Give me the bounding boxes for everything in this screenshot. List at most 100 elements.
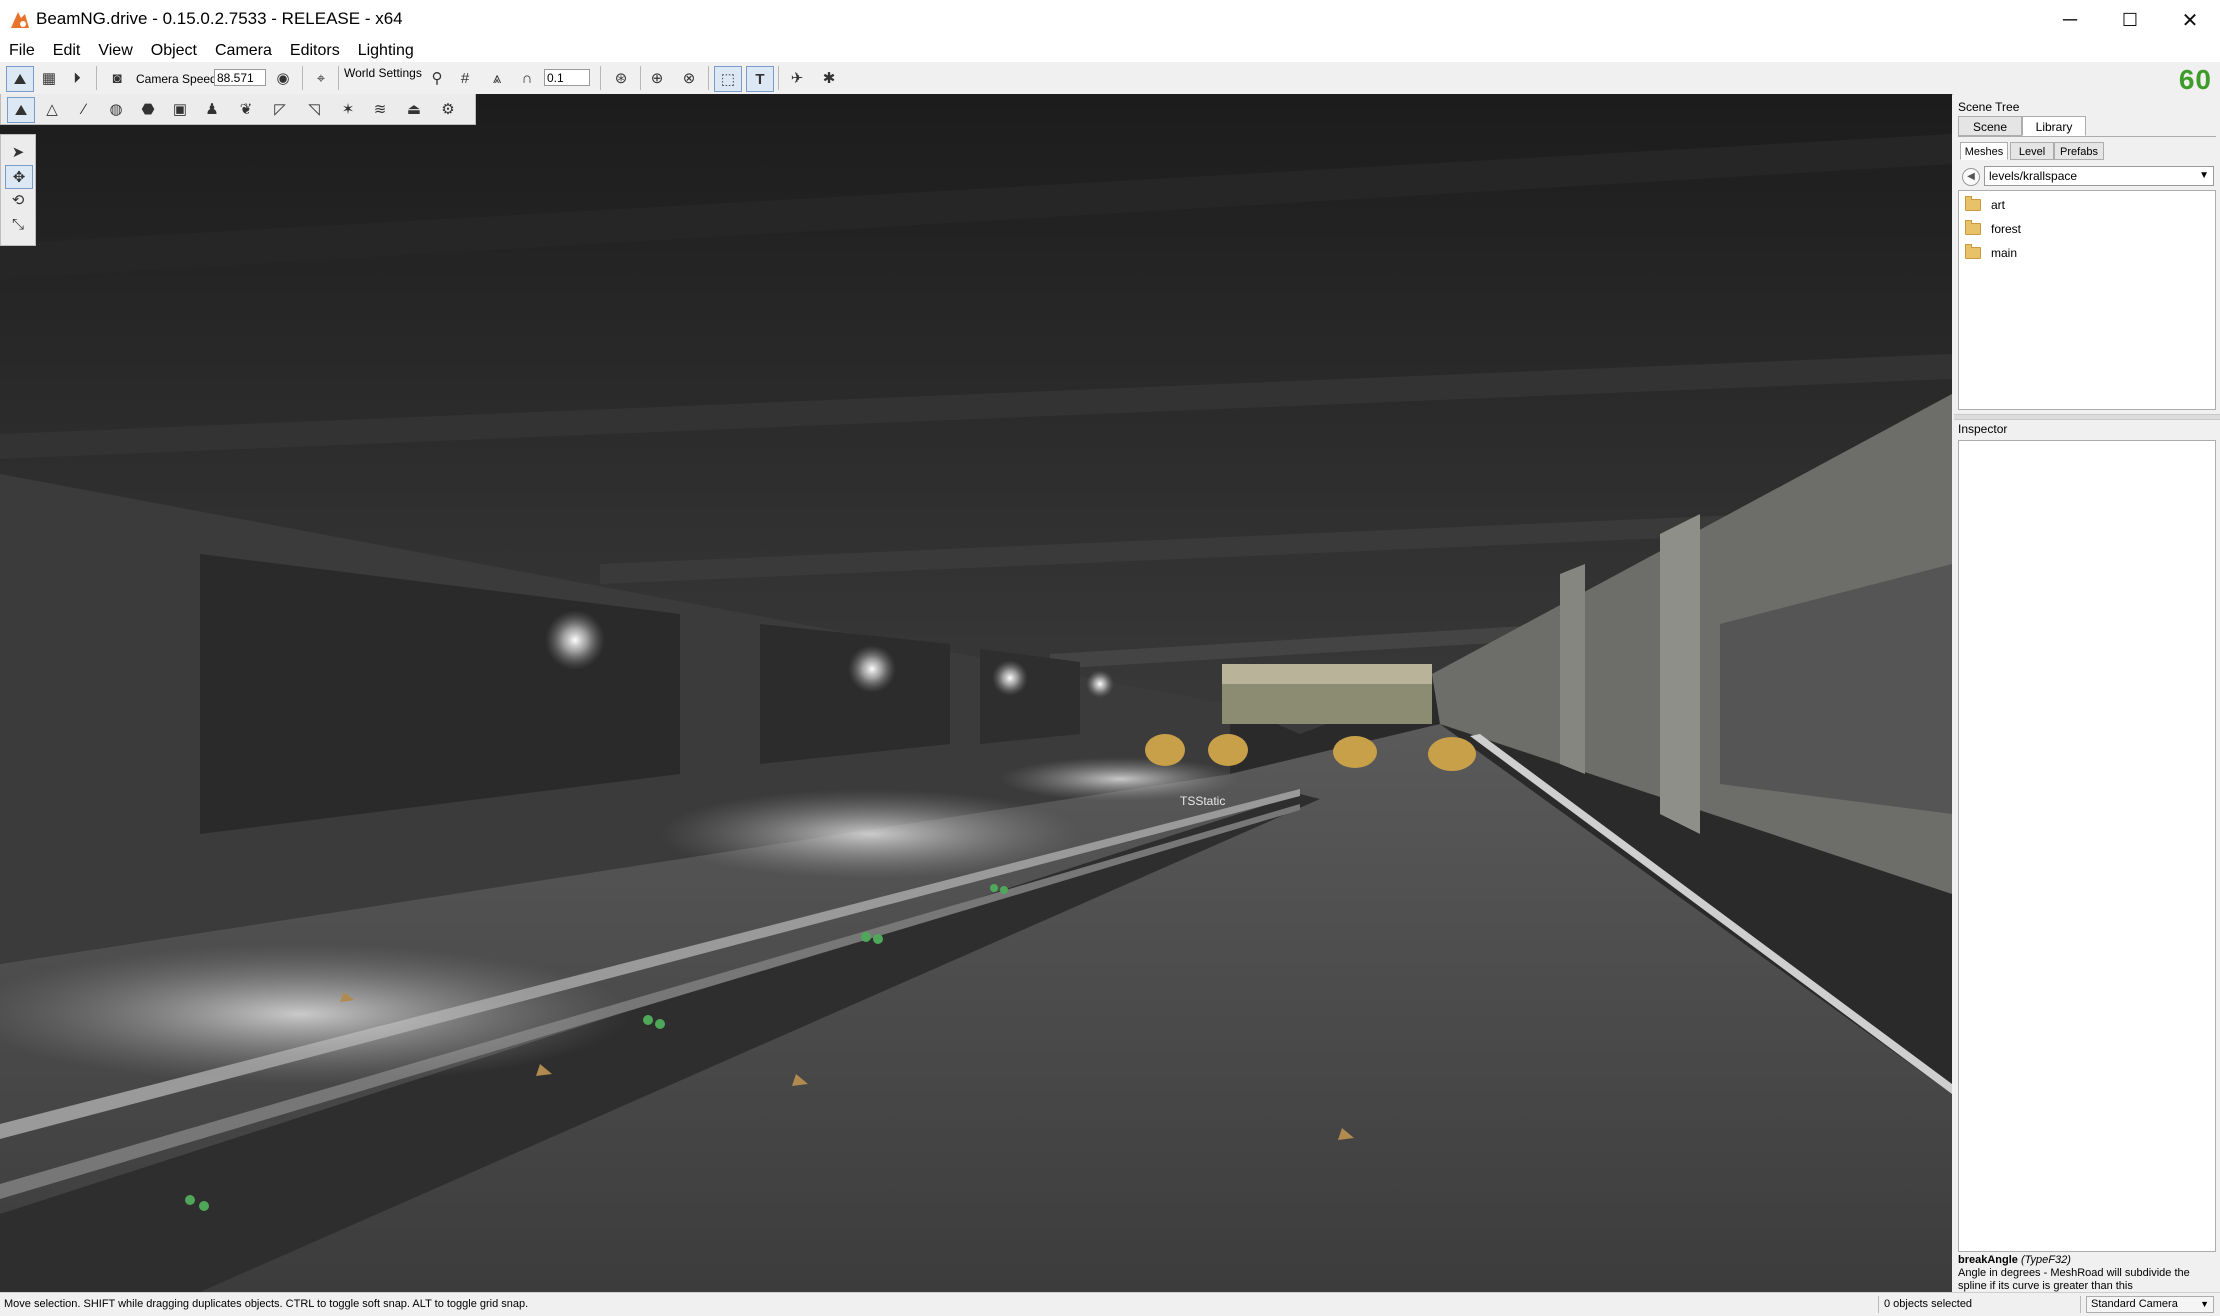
folder-icon <box>1965 220 1981 235</box>
folder-icon <box>1965 196 1981 211</box>
title-bar: BeamNG.drive - 0.15.0.2.7533 - RELEASE -… <box>0 0 2220 41</box>
status-bar: Move selection. SHIFT while dragging dup… <box>0 1292 2220 1316</box>
tunnel-scene-render <box>0 94 1952 1292</box>
maximize-button[interactable]: ☐ <box>2100 0 2160 40</box>
help-description: Angle in degrees - MeshRoad will subdivi… <box>1958 1267 2190 1292</box>
chevron-down-icon: ▼ <box>2200 1299 2209 1309</box>
minimize-button[interactable]: ─ <box>2040 0 2100 40</box>
folder-label: art <box>1991 198 2006 212</box>
vehicle-icon[interactable]: ✈ <box>784 66 810 90</box>
navmesh-icon[interactable]: ⏏ <box>401 97 427 121</box>
library-path-select[interactable]: levels/krallspace ▼ <box>1984 166 2214 186</box>
scene-viewport[interactable]: TSStatic <box>0 94 1952 1292</box>
selection-box-icon[interactable]: ⬚ <box>714 66 742 92</box>
move-gizmo-icon[interactable]: ✥ <box>5 165 33 189</box>
status-divider <box>1878 1296 1879 1313</box>
grid-snap-icon[interactable]: # <box>452 66 478 90</box>
selection-count: 0 objects selected <box>1884 1298 1973 1310</box>
object-editor-icon[interactable]: ⛰ <box>7 97 35 123</box>
sky-icon[interactable]: ◍ <box>103 97 129 121</box>
snap-settings-icon[interactable]: ⚲ <box>424 66 450 90</box>
menu-lighting[interactable]: Lighting <box>349 42 423 60</box>
terrain-brush-icon[interactable]: △ <box>39 97 65 121</box>
toolbar-separator <box>338 66 339 90</box>
library-file-list: art forest main <box>1958 190 2216 410</box>
inspector-panel[interactable] <box>1958 440 2216 1252</box>
decal-icon[interactable]: ✶ <box>335 97 361 121</box>
terrain-paint-icon[interactable]: ∕ <box>71 97 97 121</box>
tab-divider <box>1958 136 2216 137</box>
back-arrow-icon[interactable]: ◀ <box>1962 168 1980 186</box>
inspector-help: breakAngle (TypeF32) Angle in degrees - … <box>1958 1254 2216 1292</box>
object-space-icon[interactable]: ⊗ <box>676 66 702 90</box>
camera-icon[interactable]: ◙ <box>104 66 130 90</box>
tab-scene[interactable]: Scene <box>1958 116 2022 136</box>
object-label[interactable]: TSStatic <box>1180 794 1225 808</box>
subtab-prefabs[interactable]: Prefabs <box>2054 142 2104 160</box>
panel-splitter[interactable] <box>1954 414 2220 420</box>
camera-mode-value: Standard Camera <box>2091 1298 2178 1310</box>
menu-edit[interactable]: Edit <box>44 42 90 60</box>
inspector-header: Inspector <box>1958 422 2008 436</box>
layout-icon[interactable]: ▦ <box>36 66 62 90</box>
list-item[interactable]: forest <box>1965 219 2021 239</box>
list-item[interactable]: art <box>1965 195 2005 215</box>
folder-label: forest <box>1991 222 2022 236</box>
forest-icon[interactable]: ❦ <box>233 97 259 121</box>
menu-editors[interactable]: Editors <box>281 42 349 60</box>
select-arrow-icon[interactable]: ➤ <box>5 141 31 163</box>
toolbar-separator <box>96 66 97 90</box>
scale-gizmo-icon[interactable]: ⤡ <box>5 213 31 235</box>
play-icon[interactable]: ⏵ <box>64 66 90 90</box>
toolbar-separator <box>640 66 641 90</box>
help-field-name: breakAngle <box>1958 1254 2018 1266</box>
world-settings-label[interactable]: World Settings <box>344 66 422 80</box>
road-icon[interactable]: ◸ <box>267 97 293 121</box>
help-field-type: (TypeF32) <box>2020 1254 2071 1266</box>
toolbar-separator <box>778 66 779 90</box>
close-button[interactable]: ✕ <box>2160 0 2220 40</box>
tab-library[interactable]: Library <box>2022 116 2086 136</box>
text-labels-icon[interactable]: T <box>746 66 774 92</box>
shape-icon[interactable]: ⬣ <box>135 97 161 121</box>
magnet-icon[interactable]: ∩ <box>514 66 540 90</box>
particle-icon[interactable]: ⚙ <box>435 97 461 121</box>
menu-camera[interactable]: Camera <box>206 42 281 60</box>
folder-label: main <box>1991 246 2018 260</box>
subtab-meshes[interactable]: Meshes <box>1960 142 2008 160</box>
rotate-gizmo-icon[interactable]: ⟲ <box>5 189 31 211</box>
library-path-value: levels/krallspace <box>1989 169 2078 183</box>
menu-bar: File Edit View Object Camera Editors Lig… <box>0 40 2220 62</box>
camera-mode-select[interactable]: Standard Camera ▼ <box>2086 1296 2214 1313</box>
eye-icon[interactable]: ◉ <box>270 66 296 90</box>
world-space-icon[interactable]: ⊕ <box>644 66 670 90</box>
material-icon[interactable]: ▣ <box>167 97 193 121</box>
snap-to-camera-icon[interactable]: ⌖ <box>308 66 334 90</box>
toolbar-separator <box>600 66 601 90</box>
status-message: Move selection. SHIFT while dragging dup… <box>4 1298 529 1310</box>
terrain-editor-icon[interactable]: ⛰ <box>6 66 34 92</box>
spawn-icon[interactable]: ♟ <box>199 97 225 121</box>
list-item[interactable]: main <box>1965 243 2017 263</box>
toolbar-separator <box>708 66 709 90</box>
river-icon[interactable]: ≋ <box>367 97 393 121</box>
menu-file[interactable]: File <box>0 42 44 60</box>
object-center-icon[interactable]: ⊛ <box>608 66 634 90</box>
beamng-logo-icon <box>11 12 29 28</box>
status-divider <box>2080 1296 2081 1313</box>
camera-speed-input[interactable]: 88.571 <box>214 69 266 86</box>
menu-object[interactable]: Object <box>142 42 206 60</box>
physics-icon[interactable]: ✱ <box>816 66 842 90</box>
snap-value-input[interactable]: 0.1 <box>544 69 590 86</box>
gizmo-toolbar: ➤ ✥ ⟲ ⤡ <box>0 134 36 246</box>
toolbar-separator <box>302 66 303 90</box>
bounds-snap-icon[interactable]: ⩓ <box>484 66 510 90</box>
camera-speed-label: Camera Speed <box>136 72 217 86</box>
folder-icon <box>1965 244 1981 259</box>
subtab-level[interactable]: Level <box>2010 142 2054 160</box>
mesh-road-icon[interactable]: ◹ <box>301 97 327 121</box>
right-panel: Scene Tree Scene Library Meshes Level Pr… <box>1954 94 2220 1292</box>
scene-tree-header: Scene Tree <box>1958 100 2020 114</box>
fps-counter: 60 <box>2178 64 2212 95</box>
menu-view[interactable]: View <box>89 42 141 60</box>
